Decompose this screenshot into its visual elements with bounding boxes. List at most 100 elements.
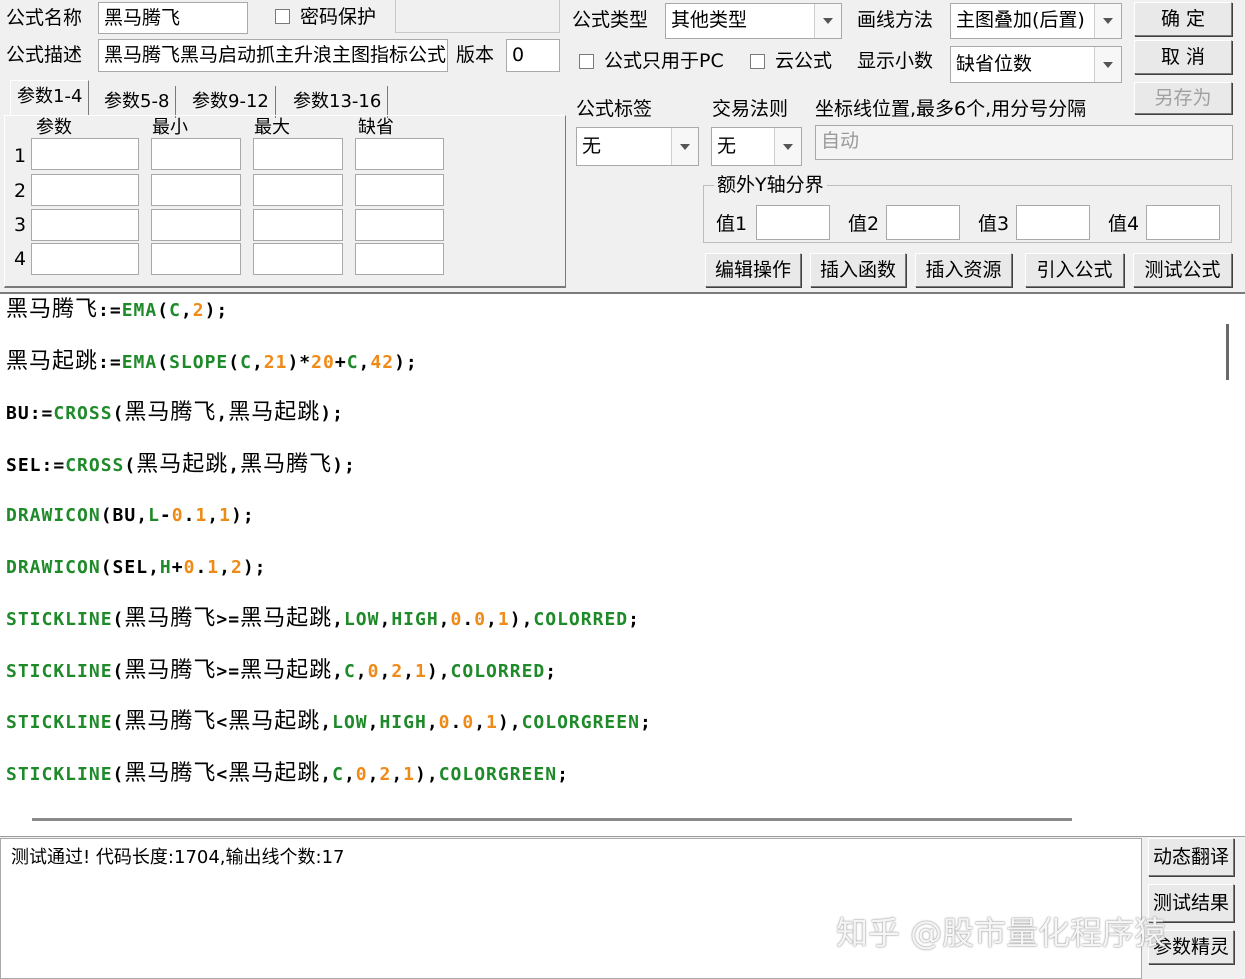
code-token: ), xyxy=(509,609,534,630)
formula-name-input[interactable]: 黑马腾飞 xyxy=(98,2,248,34)
tab-params-1-4[interactable]: 参数1-4 xyxy=(10,80,90,115)
code-line[interactable]: STICKLINE(黑马腾飞>=黑马起跳,C,0,2,1),COLORRED; xyxy=(6,657,557,684)
watermark: 知乎 @股市量化程序猿 xyxy=(836,914,1167,952)
param-1-default-input[interactable] xyxy=(355,138,444,170)
param-3-name-input[interactable] xyxy=(31,209,139,241)
code-token: 0 xyxy=(171,505,184,526)
param-2-max-input[interactable] xyxy=(253,174,343,206)
param-1-min-input[interactable] xyxy=(151,138,241,170)
ok-button[interactable]: 确 定 xyxy=(1134,2,1232,36)
y-value-3-input[interactable] xyxy=(1016,205,1090,240)
code-token: ); xyxy=(230,505,255,526)
chevron-down-icon[interactable] xyxy=(1094,4,1121,38)
edit-ops-button[interactable]: 编辑操作 xyxy=(705,253,801,287)
tab-params-5-8[interactable]: 参数5-8 xyxy=(98,86,177,118)
trade-rule-select[interactable]: 无 xyxy=(711,127,802,166)
code-token: . xyxy=(183,505,196,526)
code-line[interactable]: DRAWICON(BU,L-0.1,1); xyxy=(6,504,255,528)
param-1-max-input[interactable] xyxy=(253,138,343,170)
formula-tag-label: 公式标签 xyxy=(576,98,653,120)
code-line[interactable]: STICKLINE(黑马腾飞>=黑马起跳,LOW,HIGH,0.0,1),COL… xyxy=(6,607,640,632)
code-token: SLOPE xyxy=(169,351,229,373)
code-line[interactable]: BU:=CROSS(黑马腾飞,黑马起跳); xyxy=(6,401,344,426)
code-token: )* xyxy=(287,351,312,373)
pc-only-checkbox[interactable] xyxy=(579,54,594,69)
password-field[interactable] xyxy=(395,0,560,33)
chevron-down-icon[interactable] xyxy=(1094,47,1121,82)
axis-position-label: 坐标线位置,最多6个,用分号分隔 xyxy=(815,98,1087,120)
param-3-max-input[interactable] xyxy=(253,209,343,241)
insert-function-button[interactable]: 插入函数 xyxy=(810,253,906,287)
code-token: 黑马腾飞 xyxy=(124,657,217,683)
code-token: ( xyxy=(157,351,170,373)
param-4-name-input[interactable] xyxy=(31,243,139,275)
code-token: 黑马起跳 xyxy=(228,760,321,786)
code-line[interactable]: 黑马起跳:=EMA(SLOPE(C,21)*20+C,42); xyxy=(6,349,418,375)
code-editor[interactable]: 黑马腾飞:=EMA(C,2); 黑马起跳:=EMA(SLOPE(C,21)*20+… xyxy=(0,292,1245,837)
formula-tag-select[interactable]: 无 xyxy=(576,127,699,166)
param-1-name-input[interactable] xyxy=(31,138,139,170)
code-token: ); xyxy=(394,351,418,373)
code-line[interactable]: SEL:=CROSS(黑马起跳,黑马腾飞); xyxy=(6,451,356,478)
formula-desc-label: 公式描述 xyxy=(6,44,83,66)
param-4-default-input[interactable] xyxy=(355,243,444,275)
code-token: ( xyxy=(112,763,125,785)
dynamic-translate-button[interactable]: 动态翻译 xyxy=(1148,838,1234,876)
param-4-max-input[interactable] xyxy=(253,243,343,275)
code-token: ); xyxy=(320,403,344,424)
version-input[interactable]: 0 xyxy=(506,39,560,72)
vertical-scrollbar-thumb[interactable] xyxy=(1226,324,1229,380)
code-token: 2 xyxy=(379,763,392,785)
y-value-4-input[interactable] xyxy=(1146,205,1220,240)
param-3-default-input[interactable] xyxy=(355,209,444,241)
code-token: LOW xyxy=(332,712,368,733)
code-token: 1 xyxy=(415,660,427,682)
insert-resource-button[interactable]: 插入资源 xyxy=(915,253,1012,287)
code-token: < xyxy=(216,763,229,785)
code-token: 1 xyxy=(207,556,220,578)
code-token: 20 xyxy=(311,351,335,373)
decimals-select[interactable]: 缺省位数 xyxy=(950,46,1122,83)
param-header-name: 参数 xyxy=(36,117,72,138)
code-token: ( xyxy=(100,556,113,578)
horizontal-scrollbar[interactable] xyxy=(32,818,1072,821)
code-line[interactable]: STICKLINE(黑马腾飞<黑马起跳,LOW,HIGH,0.0,1),COLO… xyxy=(6,710,652,735)
code-token: ; xyxy=(628,609,640,630)
import-formula-button[interactable]: 引入公式 xyxy=(1025,253,1124,287)
cancel-button[interactable]: 取 消 xyxy=(1134,40,1232,74)
code-token: BU xyxy=(112,505,137,526)
password-protect-checkbox[interactable] xyxy=(275,9,290,24)
code-line[interactable]: DRAWICON(SEL,H+0.1,2); xyxy=(6,556,267,580)
code-token: 黑马腾飞 xyxy=(124,400,217,425)
chevron-down-icon[interactable] xyxy=(774,128,801,165)
tab-params-9-12[interactable]: 参数9-12 xyxy=(186,86,276,118)
axis-position-input[interactable]: 自动 xyxy=(815,125,1233,160)
param-2-default-input[interactable] xyxy=(355,174,444,206)
draw-method-select[interactable]: 主图叠加(后置) xyxy=(950,3,1122,39)
code-token: BU xyxy=(6,403,30,424)
tab-params-13-16[interactable]: 参数13-16 xyxy=(287,86,389,118)
code-token: COLORRED xyxy=(450,660,546,682)
chevron-down-icon[interactable] xyxy=(814,4,841,38)
param-2-min-input[interactable] xyxy=(151,174,241,206)
formula-type-select[interactable]: 其他类型 xyxy=(665,3,842,39)
decimals-value: 缺省位数 xyxy=(956,53,1033,75)
chevron-down-icon[interactable] xyxy=(671,128,698,165)
param-3-min-input[interactable] xyxy=(151,209,241,241)
formula-desc-input[interactable]: 黑马腾飞黑马启动抓主升浪主图指标公式 xyxy=(98,39,448,72)
code-token: ( xyxy=(124,454,137,476)
code-token: ), xyxy=(426,660,451,682)
code-line[interactable]: STICKLINE(黑马腾飞<黑马起跳,C,0,2,1),COLORGREEN; xyxy=(6,760,569,787)
code-token: , xyxy=(136,505,149,526)
param-4-min-input[interactable] xyxy=(151,243,241,275)
param-2-name-input[interactable] xyxy=(31,174,139,206)
code-token: 黑马起跳 xyxy=(228,400,321,425)
save-as-button[interactable]: 另存为 xyxy=(1134,82,1232,114)
y-value-1-input[interactable] xyxy=(756,205,830,240)
code-token: 黑马腾飞 xyxy=(240,451,333,477)
y-value-2-input[interactable] xyxy=(886,205,960,240)
code-token: , xyxy=(332,660,344,682)
cloud-formula-checkbox[interactable] xyxy=(750,54,765,69)
test-formula-button[interactable]: 测试公式 xyxy=(1133,253,1232,287)
code-line[interactable]: 黑马腾飞:=EMA(C,2); xyxy=(6,298,228,323)
